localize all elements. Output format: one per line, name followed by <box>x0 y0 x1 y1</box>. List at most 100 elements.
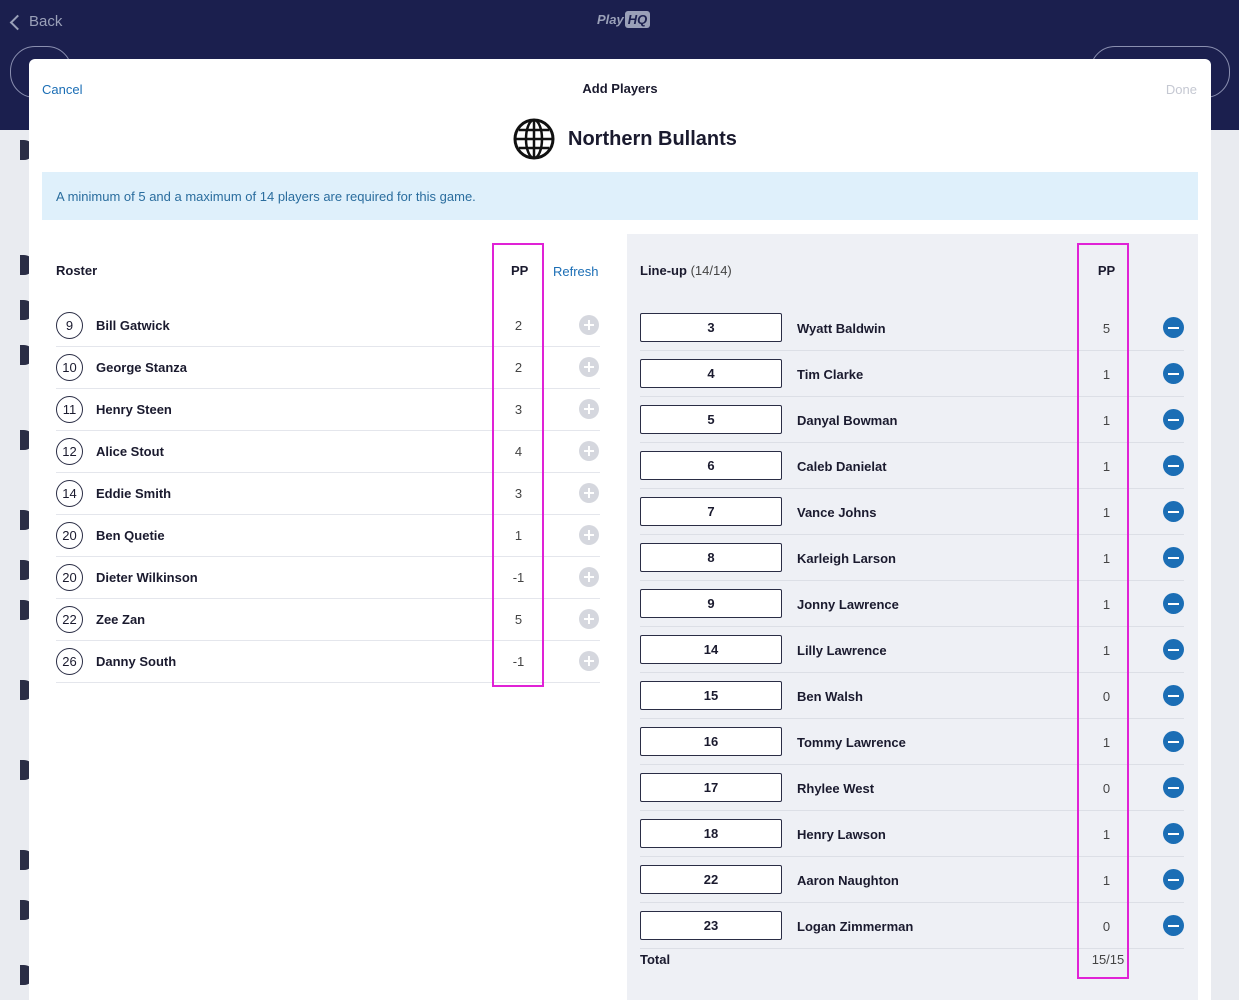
jersey-number-field[interactable]: 6 <box>640 451 782 480</box>
player-number: 11 <box>56 396 83 423</box>
player-name: Aaron Naughton <box>797 873 899 888</box>
player-pp: 1 <box>1102 505 1111 520</box>
jersey-number-field[interactable]: 22 <box>640 865 782 894</box>
minus-circle-icon[interactable] <box>1163 823 1184 844</box>
jersey-number-field[interactable]: 14 <box>640 635 782 664</box>
player-name: Caleb Danielat <box>797 459 887 474</box>
player-name: George Stanza <box>96 360 188 375</box>
minus-circle-icon[interactable] <box>1163 685 1184 706</box>
minus-circle-icon[interactable] <box>1163 501 1184 522</box>
plus-circle-icon[interactable] <box>579 567 599 587</box>
plus-circle-icon[interactable] <box>579 609 599 629</box>
player-name: Bill Gatwick <box>96 318 170 333</box>
lineup-row: 4 Tim Clarke 1 <box>640 351 1184 397</box>
lineup-row: 22 Aaron Naughton 1 <box>640 857 1184 903</box>
player-pp: 1 <box>1102 735 1111 750</box>
player-pp: 0 <box>1102 919 1111 934</box>
jersey-number-field[interactable]: 8 <box>640 543 782 572</box>
jersey-number-field[interactable]: 15 <box>640 681 782 710</box>
plus-circle-icon[interactable] <box>579 441 599 461</box>
lineup-row: 15 Ben Walsh 0 <box>640 673 1184 719</box>
player-name: Karleigh Larson <box>797 551 896 566</box>
player-pp: 1 <box>1102 827 1111 842</box>
plus-circle-icon[interactable] <box>579 357 599 377</box>
plus-circle-icon[interactable] <box>579 483 599 503</box>
minus-circle-icon[interactable] <box>1163 593 1184 614</box>
roster-row: 11 Henry Steen 3 <box>56 389 600 431</box>
jersey-number-field[interactable]: 5 <box>640 405 782 434</box>
chevron-left-icon <box>9 14 26 30</box>
player-name: Danyal Bowman <box>797 413 898 428</box>
plus-circle-icon[interactable] <box>579 315 599 335</box>
minus-circle-icon[interactable] <box>1163 915 1184 936</box>
lineup-panel: Line-up (14/14) PP 3 Wyatt Baldwin 5 4 Tim C… <box>627 234 1198 1000</box>
back-label: Back <box>29 13 63 30</box>
roster-row: 20 Ben Quetie 1 <box>56 515 600 557</box>
player-name: Tommy Lawrence <box>797 735 906 750</box>
back-button[interactable]: Back <box>9 13 63 30</box>
player-pp: 2 <box>514 318 523 333</box>
jersey-number-field[interactable]: 9 <box>640 589 782 618</box>
roster-row: 20 Dieter Wilkinson -1 <box>56 557 600 599</box>
player-number: 20 <box>56 522 83 549</box>
player-pp: 1 <box>1102 873 1111 888</box>
jersey-number-field[interactable]: 4 <box>640 359 782 388</box>
player-name: Henry Steen <box>96 402 172 417</box>
plus-circle-icon[interactable] <box>579 525 599 545</box>
player-pp: -1 <box>512 654 525 669</box>
player-name: Henry Lawson <box>797 827 886 842</box>
minus-circle-icon[interactable] <box>1163 547 1184 568</box>
refresh-button[interactable]: Refresh <box>553 264 599 279</box>
player-pp: 1 <box>1102 367 1111 382</box>
jersey-number-field[interactable]: 3 <box>640 313 782 342</box>
lineup-list: 3 Wyatt Baldwin 5 4 Tim Clarke 1 5 Danyal Bowma… <box>640 305 1184 949</box>
minus-circle-icon[interactable] <box>1163 317 1184 338</box>
player-pp: 5 <box>1102 321 1111 336</box>
player-name: Vance Johns <box>797 505 877 520</box>
plus-circle-icon[interactable] <box>579 651 599 671</box>
modal-title: Add Players <box>582 81 658 96</box>
player-number: 14 <box>56 480 83 507</box>
player-pp: 2 <box>514 360 523 375</box>
lineup-row: 23 Logan Zimmerman 0 <box>640 903 1184 949</box>
jersey-number-field[interactable]: 16 <box>640 727 782 756</box>
roster-row: 14 Eddie Smith 3 <box>56 473 600 515</box>
roster-pp-heading: PP <box>511 263 529 278</box>
lineup-row: 6 Caleb Danielat 1 <box>640 443 1184 489</box>
player-pp: 0 <box>1102 689 1111 704</box>
player-name: Ben Walsh <box>797 689 863 704</box>
minus-circle-icon[interactable] <box>1163 639 1184 660</box>
total-label: Total <box>640 952 671 967</box>
lineup-pp-heading: PP <box>1097 263 1116 278</box>
minus-circle-icon[interactable] <box>1163 869 1184 890</box>
jersey-number-field[interactable]: 23 <box>640 911 782 940</box>
player-pp: 1 <box>514 528 523 543</box>
player-pp: 1 <box>1102 413 1111 428</box>
player-name: Eddie Smith <box>96 486 172 501</box>
minus-circle-icon[interactable] <box>1163 731 1184 752</box>
minus-circle-icon[interactable] <box>1163 777 1184 798</box>
minus-circle-icon[interactable] <box>1163 363 1184 384</box>
lineup-row: 7 Vance Johns 1 <box>640 489 1184 535</box>
lineup-row: 3 Wyatt Baldwin 5 <box>640 305 1184 351</box>
player-requirement-notice: A minimum of 5 and a maximum of 14 playe… <box>42 172 1198 220</box>
minus-circle-icon[interactable] <box>1163 455 1184 476</box>
player-name: Dieter Wilkinson <box>96 570 198 585</box>
jersey-number-field[interactable]: 7 <box>640 497 782 526</box>
plus-circle-icon[interactable] <box>579 399 599 419</box>
player-number: 22 <box>56 606 83 633</box>
minus-circle-icon[interactable] <box>1163 409 1184 430</box>
done-button[interactable]: Done <box>1166 82 1197 97</box>
player-number: 9 <box>56 312 83 339</box>
lineup-count: (14/14) <box>690 263 732 278</box>
add-players-modal: Cancel Add Players Done Northern Bullant… <box>29 59 1211 1000</box>
jersey-number-field[interactable]: 18 <box>640 819 782 848</box>
total-value: 15/15 <box>1091 952 1125 967</box>
lineup-row: 9 Jonny Lawrence 1 <box>640 581 1184 627</box>
player-name: Jonny Lawrence <box>797 597 899 612</box>
player-pp: 3 <box>514 402 523 417</box>
player-number: 12 <box>56 438 83 465</box>
jersey-number-field[interactable]: 17 <box>640 773 782 802</box>
lineup-row: 14 Lilly Lawrence 1 <box>640 627 1184 673</box>
lineup-row: 16 Tommy Lawrence 1 <box>640 719 1184 765</box>
